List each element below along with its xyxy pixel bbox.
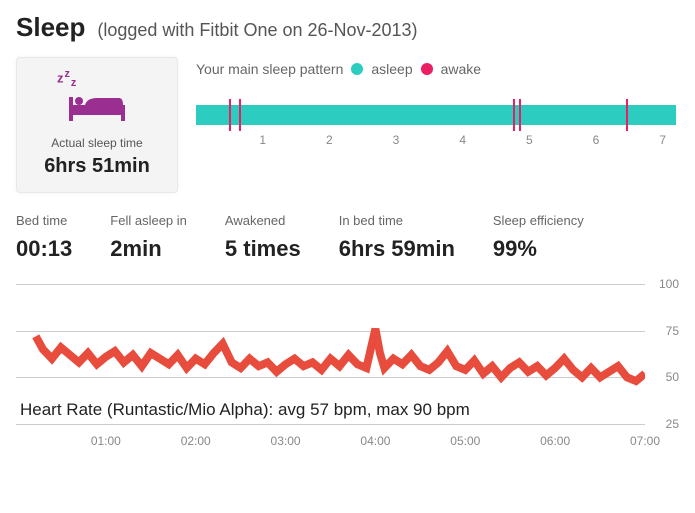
stat-value: 00:13 — [16, 236, 72, 262]
bed-icon — [67, 91, 127, 125]
y-tick-label: 25 — [666, 417, 679, 431]
stat-value: 6hrs 59min — [339, 236, 455, 262]
stat-label: Awakened — [225, 213, 301, 228]
title-subtitle: (logged with Fitbit One on 26-Nov-2013) — [97, 20, 417, 41]
awake-marker — [513, 99, 515, 131]
sleep-bar — [196, 105, 676, 125]
stat-4: Sleep efficiency 99% — [493, 213, 584, 262]
y-tick-label: 75 — [666, 324, 679, 338]
stat-label: In bed time — [339, 213, 455, 228]
awake-marker — [519, 99, 521, 131]
card-label: Actual sleep time — [23, 136, 171, 150]
awake-marker — [626, 99, 628, 131]
x-tick-label: 04:00 — [360, 434, 390, 448]
stat-3: In bed time 6hrs 59min — [339, 213, 455, 262]
awake-marker — [239, 99, 241, 131]
title-text: Sleep — [16, 12, 85, 43]
page-title: Sleep (logged with Fitbit One on 26-Nov-… — [16, 12, 679, 43]
x-tick-label: 05:00 — [450, 434, 480, 448]
x-tick-label: 7 — [659, 133, 666, 147]
stat-label: Bed time — [16, 213, 72, 228]
stat-1: Fell asleep in 2min — [110, 213, 187, 262]
stat-label: Fell asleep in — [110, 213, 187, 228]
sleep-xaxis: 1 2 3 4 5 6 7 — [196, 133, 676, 153]
x-tick-label: 1 — [259, 133, 266, 147]
legend-dot-asleep — [351, 63, 363, 75]
awake-marker — [229, 99, 231, 131]
y-tick-label: 50 — [666, 370, 679, 384]
stat-value: 99% — [493, 236, 584, 262]
grid-line — [16, 424, 645, 425]
stat-2: Awakened 5 times — [225, 213, 301, 262]
stat-value: 2min — [110, 236, 187, 262]
x-tick-label: 06:00 — [540, 434, 570, 448]
legend: Your main sleep pattern asleep awake — [196, 61, 679, 77]
x-tick-label: 03:00 — [271, 434, 301, 448]
sleep-stats: Bed time 00:13 Fell asleep in 2min Awakened 5… — [16, 213, 679, 262]
heart-rate-caption: Heart Rate (Runtastic/Mio Alpha): avg 57… — [20, 400, 470, 420]
legend-dot-awake — [421, 63, 433, 75]
x-tick-label: 3 — [393, 133, 400, 147]
x-tick-label: 5 — [526, 133, 533, 147]
sleep-pattern-chart: Your main sleep pattern asleep awake 1 2 3… — [196, 57, 679, 193]
stat-label: Sleep efficiency — [493, 213, 584, 228]
heart-rate-chart: 255075100 Heart Rate (Runtastic/Mio Alph… — [16, 284, 679, 454]
x-tick-label: 01:00 — [91, 434, 121, 448]
legend-awake-label: awake — [441, 61, 481, 77]
x-tick-label: 07:00 — [630, 434, 660, 448]
heart-rate-path — [36, 329, 645, 381]
x-tick-label: 4 — [459, 133, 466, 147]
stat-value: 5 times — [225, 236, 301, 262]
y-tick-label: 100 — [659, 277, 679, 291]
card-value: 6hrs 51min — [23, 155, 171, 178]
zzz-icon: zzz — [57, 68, 171, 89]
legend-intro: Your main sleep pattern — [196, 61, 343, 77]
x-tick-label: 6 — [593, 133, 600, 147]
legend-asleep-label: asleep — [371, 61, 412, 77]
stat-0: Bed time 00:13 — [16, 213, 72, 262]
x-tick-label: 2 — [326, 133, 333, 147]
x-tick-label: 02:00 — [181, 434, 211, 448]
sleep-time-card: zzz Actual sleep time 6hrs 51min — [16, 57, 178, 193]
